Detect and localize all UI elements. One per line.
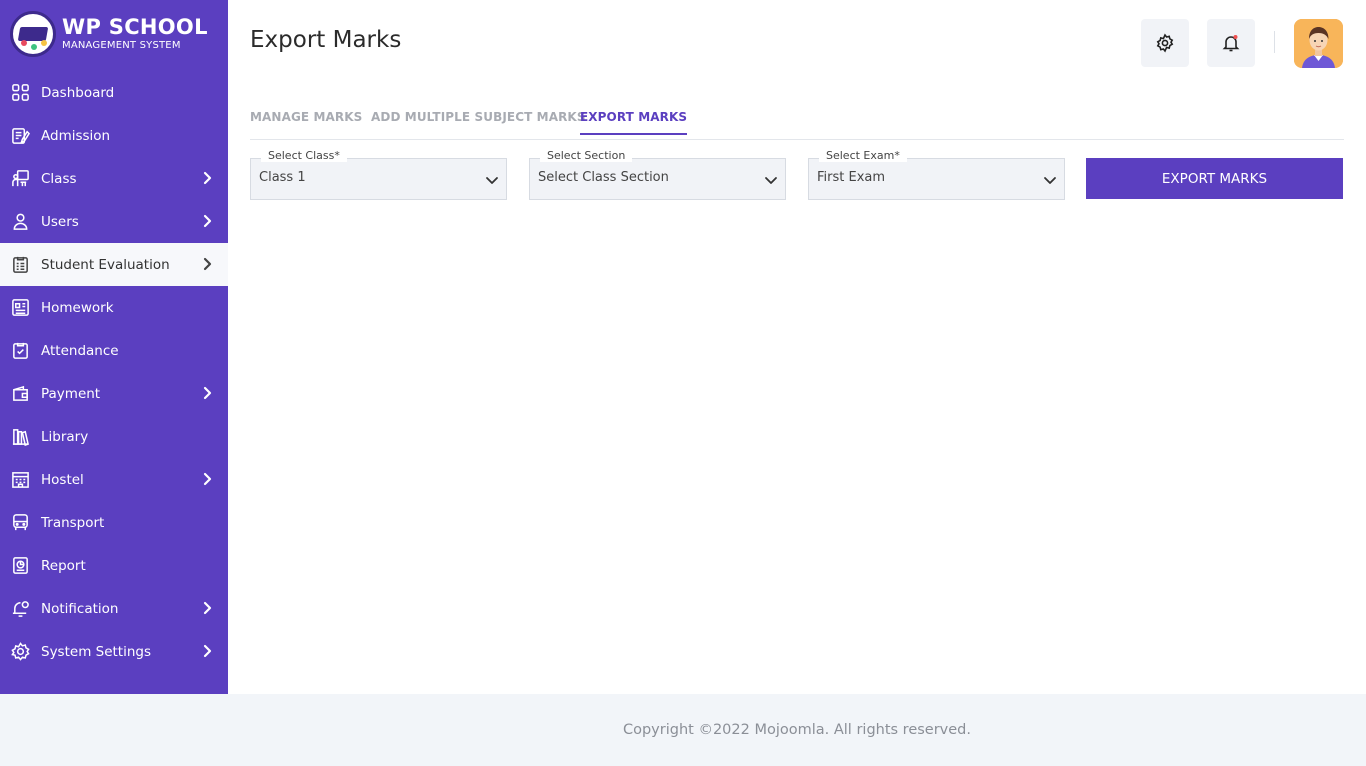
- bell-icon: [1222, 35, 1240, 52]
- notification-icon: [10, 599, 30, 619]
- sidebar-item-label: Report: [41, 557, 86, 574]
- sidebar-item-label: Payment: [41, 385, 101, 402]
- sidebar-item-library[interactable]: Library: [0, 415, 228, 458]
- settings-button[interactable]: [1141, 19, 1189, 67]
- section-select-value: Select Class Section: [538, 170, 669, 185]
- class-select-value: Class 1: [259, 170, 306, 185]
- gear-icon: [1156, 33, 1174, 53]
- evaluation-icon: [10, 255, 30, 275]
- tab-manage-marks[interactable]: MANAGE MARKS: [250, 110, 362, 133]
- export-marks-button[interactable]: EXPORT MARKS: [1086, 158, 1343, 199]
- section-select-label: Select Section: [540, 149, 633, 162]
- class-select[interactable]: Select Class* Class 1: [250, 149, 507, 200]
- sidebar-item-notification[interactable]: Notification: [0, 587, 228, 630]
- homework-icon: [10, 298, 30, 318]
- exam-select[interactable]: Select Exam* First Exam: [808, 149, 1065, 200]
- notifications-button[interactable]: [1207, 19, 1255, 67]
- tab-bar: MANAGE MARKS ADD MULTIPLE SUBJECT MARKS …: [250, 103, 1344, 140]
- dashboard-icon: [10, 83, 30, 103]
- chevron-right-icon: [203, 644, 212, 658]
- sidebar-item-admission[interactable]: Admission: [0, 114, 228, 157]
- sidebar-item-label: Class: [41, 170, 77, 187]
- chevron-down-icon: [1044, 177, 1056, 184]
- sidebar-item-label: Library: [41, 428, 89, 445]
- user-icon: [10, 212, 30, 232]
- hostel-icon: [10, 470, 30, 490]
- chevron-right-icon: [203, 214, 212, 228]
- sidebar-item-label: System Settings: [41, 643, 152, 660]
- sidebar-item-label: Attendance: [41, 342, 119, 359]
- bus-icon: [10, 513, 30, 533]
- report-icon: [10, 556, 30, 576]
- sidebar-item-attendance[interactable]: Attendance: [0, 329, 228, 372]
- section-select[interactable]: Select Section Select Class Section: [529, 149, 786, 200]
- sidebar-item-label: Admission: [41, 127, 111, 144]
- sidebar-nav: Dashboard Admission Class Users Student …: [0, 71, 228, 673]
- sidebar-item-label: Student Evaluation: [41, 256, 170, 273]
- sidebar-item-homework[interactable]: Homework: [0, 286, 228, 329]
- tab-export-marks[interactable]: EXPORT MARKS: [580, 110, 688, 135]
- sidebar-item-label: Notification: [41, 600, 119, 617]
- chevron-right-icon: [203, 601, 212, 615]
- chevron-right-icon: [203, 171, 212, 185]
- chevron-right-icon: [203, 257, 212, 271]
- attendance-icon: [10, 341, 30, 361]
- school-logo-icon: [10, 11, 56, 57]
- sidebar-item-system-settings[interactable]: System Settings: [0, 630, 228, 673]
- sidebar: WP SCHOOL MANAGEMENT SYSTEM Dashboard Ad…: [0, 0, 228, 694]
- avatar[interactable]: [1294, 19, 1343, 68]
- sidebar-item-student-evaluation[interactable]: Student Evaluation: [0, 243, 228, 286]
- header-divider: [1274, 31, 1275, 53]
- admission-icon: [10, 126, 30, 146]
- class-icon: [10, 169, 30, 189]
- class-select-label: Select Class*: [261, 149, 347, 162]
- chevron-down-icon: [486, 177, 498, 184]
- sidebar-item-label: Users: [41, 213, 79, 230]
- sidebar-item-transport[interactable]: Transport: [0, 501, 228, 544]
- sidebar-item-users[interactable]: Users: [0, 200, 228, 243]
- brand-subtitle: MANAGEMENT SYSTEM: [62, 40, 181, 51]
- tab-add-multiple-subject-marks[interactable]: ADD MULTIPLE SUBJECT MARKS: [371, 110, 586, 133]
- settings-icon: [10, 642, 30, 662]
- chevron-right-icon: [203, 472, 212, 486]
- page-title: Export Marks: [250, 27, 402, 53]
- sidebar-item-dashboard[interactable]: Dashboard: [0, 71, 228, 114]
- user-avatar-icon: [1294, 19, 1343, 68]
- sidebar-item-label: Homework: [41, 299, 114, 316]
- brand-title: WP SCHOOL: [62, 15, 208, 39]
- sidebar-item-label: Hostel: [41, 471, 84, 488]
- copyright-text: Copyright ©2022 Mojoomla. All rights res…: [622, 722, 971, 738]
- sidebar-item-class[interactable]: Class: [0, 157, 228, 200]
- exam-select-value: First Exam: [817, 170, 886, 185]
- sidebar-item-report[interactable]: Report: [0, 544, 228, 587]
- chevron-down-icon: [765, 177, 777, 184]
- library-icon: [10, 427, 30, 447]
- sidebar-item-hostel[interactable]: Hostel: [0, 458, 228, 501]
- sidebar-item-label: Dashboard: [41, 84, 115, 101]
- wallet-icon: [10, 384, 30, 404]
- exam-select-label: Select Exam*: [819, 149, 907, 162]
- main-content: Export Marks MANAGE MARKS ADD MULTIPLE S…: [228, 0, 1366, 694]
- footer: Copyright ©2022 Mojoomla. All rights res…: [228, 694, 1366, 766]
- sidebar-item-payment[interactable]: Payment: [0, 372, 228, 415]
- brand-logo[interactable]: WP SCHOOL MANAGEMENT SYSTEM: [10, 11, 220, 57]
- chevron-right-icon: [203, 386, 212, 400]
- sidebar-item-label: Transport: [41, 514, 105, 531]
